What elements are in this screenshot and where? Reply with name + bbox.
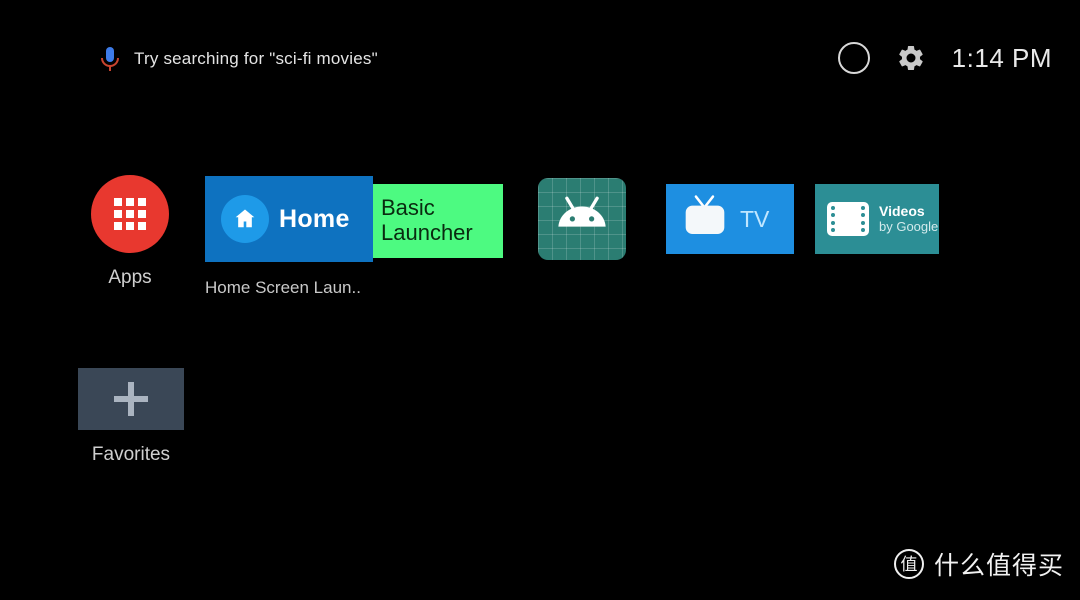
television-icon (680, 194, 730, 245)
basic-launcher-overlay[interactable]: Basic Launcher (373, 184, 503, 258)
status-bar: Try searching for "sci-fi movies" 1:14 P… (0, 0, 1080, 110)
clock-label: 1:14 PM (951, 42, 1052, 73)
film-strip-icon (827, 202, 869, 236)
apps-row: Apps (70, 175, 190, 289)
home-screen-launcher-banner[interactable]: Home Basic Launcher (205, 176, 505, 262)
watermark-text: 什么值得买 (933, 552, 1064, 580)
search-hint-label: Try searching for "sci-fi movies" (134, 49, 378, 68)
videos-app-tile[interactable]: Videos by Google (815, 184, 939, 254)
circle-outline-icon[interactable] (837, 42, 870, 74)
status-icons: 1:14 PM (837, 42, 1052, 74)
home-banner-sublabel: Home Screen Laun.. (205, 278, 361, 297)
favorites-label: Favorites (91, 444, 171, 465)
home-tile[interactable]: Home (205, 176, 373, 262)
tv-app-tile[interactable]: TV (666, 184, 794, 254)
basic-launcher-line2: Launcher (381, 220, 473, 245)
home-house-icon (221, 195, 269, 243)
add-favorite-tile[interactable] (78, 368, 184, 430)
videos-tile-title: Videos (879, 203, 925, 220)
android-app-tile[interactable] (538, 178, 626, 260)
apps-grid-icon[interactable] (91, 175, 169, 253)
android-tv-home-screen: Try searching for "sci-fi movies" 1:14 P… (0, 0, 1080, 600)
favorites-row: Favorites (78, 368, 184, 466)
watermark: 值 什么值得买 (893, 546, 1064, 582)
microphone-icon[interactable] (100, 45, 120, 73)
add-favorite-item[interactable]: Favorites (78, 368, 184, 466)
search-suggestion[interactable]: Try searching for "sci-fi movies" (100, 45, 378, 73)
watermark-badge-icon: 值 (893, 549, 924, 579)
tv-tile-label: TV (740, 205, 770, 232)
apps-launcher-item[interactable]: Apps (70, 175, 190, 289)
plus-icon (114, 382, 148, 416)
videos-tile-subtitle: by Google (879, 218, 939, 234)
basic-launcher-line1: Basic (381, 195, 435, 221)
home-tile-label: Home (279, 204, 350, 233)
apps-launcher-label: Apps (108, 267, 152, 288)
gear-icon[interactable] (896, 43, 926, 73)
